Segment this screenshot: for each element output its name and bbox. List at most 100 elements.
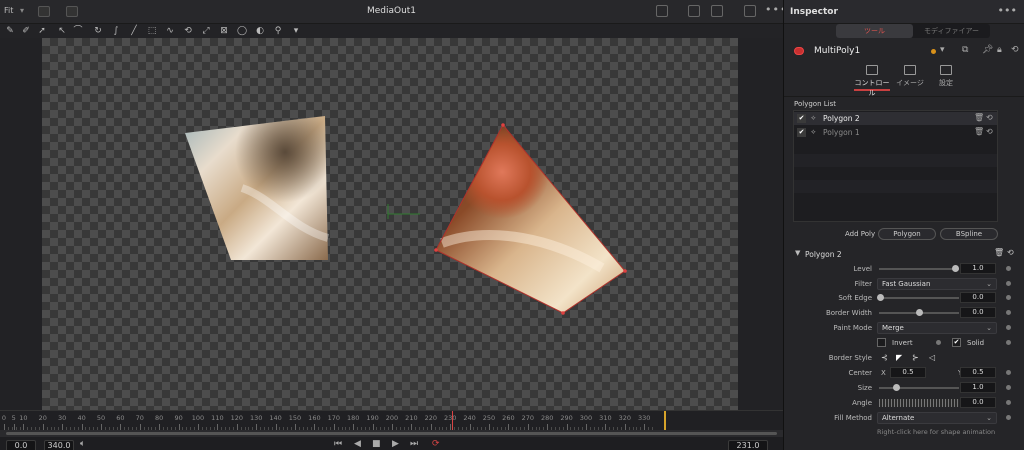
node-toggle-icon[interactable] [794,47,804,55]
smooth-icon[interactable]: ∿ [164,25,176,37]
tab-modifiers[interactable]: モディファイアー [913,24,990,38]
level-value[interactable]: 1.0 [960,263,996,274]
tab-tools[interactable]: ツール [836,24,913,38]
slider-knob[interactable] [952,265,959,272]
size-slider[interactable] [879,384,959,391]
trash-icon[interactable]: 🗑︎ [974,127,984,136]
angle-thumbwheel[interactable] [879,399,959,407]
time-ruler[interactable]: 0 5 10 20 30 40 50 60 70 80 90 100 110 120 130 140 150 16… [0,410,783,431]
keyframe-dot-icon[interactable] [1006,310,1011,315]
publish-icon[interactable]: ◐ [254,25,266,37]
border-width-value[interactable]: 0.0 [960,307,996,318]
polygon-list-row[interactable]: ✔ ⟡ Polygon 2 🗑︎ ⟲ [794,112,997,125]
polygon-name[interactable]: Polygon 2 [823,114,860,123]
trash-icon[interactable]: 🗑︎ [994,248,1004,257]
add-polygon-button[interactable]: Polygon [878,228,936,240]
pen-tool-icon[interactable]: ✎ [4,25,16,37]
keyframe-dot-icon[interactable] [1006,415,1011,420]
pin-tool-icon[interactable]: ⚲ [272,25,284,37]
tab-image[interactable]: イメージ [892,63,928,91]
fill-method-dropdown[interactable]: Alternate ⌄ [877,412,997,424]
fit-caret-icon[interactable]: ▾ [20,6,24,15]
keyframe-dot-icon[interactable] [1006,340,1011,345]
border-style-miter-icon[interactable]: ⊱ [912,353,919,362]
select-points-icon[interactable]: ↖ [56,25,68,37]
toolbar-more-icon[interactable]: ▾ [290,25,302,37]
lock-icon[interactable]: 🔒︎ [997,45,1002,55]
scrub-track[interactable] [6,432,777,435]
reset-icon[interactable]: ⟲ [1007,248,1014,257]
keyframe-dot-icon[interactable] [1006,281,1011,286]
keyframe-dot-icon[interactable] [1006,385,1011,390]
delete-point-icon[interactable]: ⊠ [218,25,230,37]
box-select-icon[interactable]: ⬚ [146,25,158,37]
polygon-list[interactable]: ✔ ⟡ Polygon 2 🗑︎ ⟲ ✔ ⟡ Polygon 1 🗑︎ ⟲ [793,110,998,222]
node-reset-icon[interactable]: ⟲ [1011,45,1019,55]
start-time-field[interactable]: 0.0 [6,440,36,450]
node-color-icon[interactable] [931,49,936,54]
polygon-point[interactable] [623,269,627,273]
slider-knob[interactable] [877,294,884,301]
keyframe-dot-icon[interactable] [1006,370,1011,375]
soft-edge-slider[interactable] [877,294,959,301]
channel-icon[interactable] [38,6,50,17]
select-tool-icon[interactable]: ➚ [36,25,48,37]
node-color-caret-icon[interactable]: ▾ [940,45,945,55]
polygon-point[interactable] [434,248,438,252]
slider-knob[interactable] [916,309,923,316]
solid-checkbox[interactable]: ✔ [952,338,961,347]
go-end-icon[interactable]: ⏭︎ [410,439,418,449]
keyframe-dot-icon[interactable] [1006,325,1011,330]
paint-mode-dropdown[interactable]: Merge ⌄ [877,322,997,334]
polygon-visible-checkbox[interactable]: ✔ [797,128,806,137]
step-back-icon[interactable]: ◀ [354,439,361,449]
chevron-down-icon[interactable]: ▼ [795,249,800,257]
reset-icon[interactable]: ⟲ [986,113,993,122]
keyframe-dot-icon[interactable] [1006,295,1011,300]
lut-icon[interactable] [688,5,700,17]
slider-knob[interactable] [893,384,900,391]
freehand-tool-icon[interactable]: ⌒ [72,25,84,37]
border-width-slider[interactable] [879,309,959,316]
play-icon[interactable]: ▶ [392,439,399,449]
shape-animation-hint[interactable]: Right-click here for shape animation [877,428,995,436]
polygon-point[interactable] [561,311,565,315]
polygon-1-shape[interactable] [185,116,330,260]
angle-value[interactable]: 0.0 [960,397,996,408]
transform-icon[interactable]: ⤢ [200,25,212,37]
polygon-section-header[interactable]: ▼ Polygon 2 🗑︎ ⟲ [784,247,1024,261]
center-x-value[interactable]: 0.5 [890,367,926,378]
keyframe-dot-icon[interactable] [1006,266,1011,271]
pin-icon[interactable]: 📌︎ [982,45,993,55]
add-bspline-button[interactable]: BSpline [940,228,998,240]
tab-controls[interactable]: コントロール [854,63,890,97]
end-frame-marker[interactable] [663,411,666,431]
center-crosshair[interactable] [387,204,420,219]
version-icon[interactable]: ⧉ [962,45,968,55]
filter-dropdown[interactable]: Fast Gaussian ⌄ [877,278,997,290]
close-shape-icon[interactable]: ◯ [236,25,248,37]
viewer-option-icon[interactable] [656,5,668,17]
line-tool-icon[interactable]: ╱ [128,25,140,37]
go-start-icon[interactable]: ⏮︎ [334,439,342,449]
polygon-visible-checkbox[interactable]: ✔ [797,114,806,123]
size-value[interactable]: 1.0 [960,382,996,393]
trash-icon[interactable]: 🗑︎ [974,113,984,122]
current-time-field[interactable]: 231.0 [728,440,768,450]
invert-checkbox[interactable] [877,338,886,347]
grid-icon[interactable] [711,5,723,17]
time-scrub-bar[interactable] [0,430,783,437]
border-style-round-icon[interactable]: ⊰ [881,353,888,362]
curve-tool-icon[interactable]: ∫ [110,25,122,37]
reset-icon[interactable]: ⟲ [986,127,993,136]
polygon-point[interactable] [501,123,505,127]
border-style-square-icon[interactable]: ◁ [929,353,935,362]
audio-icon[interactable]: 🔈︎ [80,439,85,449]
viewer-canvas[interactable] [42,38,738,410]
tab-settings[interactable]: 設定 [928,63,964,91]
soft-edge-value[interactable]: 0.0 [960,292,996,303]
end-time-field[interactable]: 340.0 [44,440,74,450]
keyframe-dot-icon[interactable] [1006,400,1011,405]
keyframe-dot-icon[interactable] [936,340,941,345]
center-y-value[interactable]: 0.5 [960,367,996,378]
